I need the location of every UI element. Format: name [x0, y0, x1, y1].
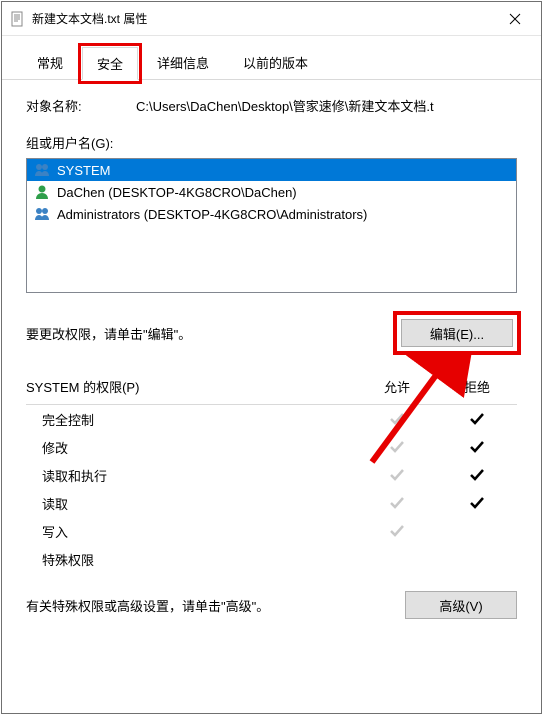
- titlebar: 新建文本文档.txt 属性: [2, 2, 541, 36]
- group-users-listbox[interactable]: SYSTEM DaChen (DESKTOP-4KG8CRO\DaChen) Adm…: [26, 158, 517, 293]
- close-button[interactable]: [492, 4, 537, 34]
- permission-allow-check: [357, 494, 437, 512]
- file-icon: [10, 11, 26, 27]
- advanced-row: 有关特殊权限或高级设置，请单击"高级"。 高级(V): [26, 591, 517, 619]
- object-name-label: 对象名称:: [26, 96, 136, 115]
- permission-allow-check: [357, 410, 437, 428]
- tab-details[interactable]: 详细信息: [142, 46, 224, 79]
- object-path: C:\Users\DaChen\Desktop\管家速修\新建文本文档.t: [136, 96, 517, 115]
- permission-allow-check: [357, 438, 437, 456]
- permission-row: 读取和执行: [26, 461, 517, 489]
- list-item[interactable]: Administrators (DESKTOP-4KG8CRO\Administ…: [27, 203, 516, 225]
- properties-window: 新建文本文档.txt 属性 常规 安全 详细信息 以前的版本 对象名称: C:\…: [1, 1, 542, 714]
- permission-row: 完全控制: [26, 405, 517, 433]
- group-users-label: 组或用户名(G):: [26, 133, 517, 152]
- permission-row: 读取: [26, 489, 517, 517]
- group-icon: [33, 205, 51, 223]
- tab-general[interactable]: 常规: [22, 46, 78, 79]
- edit-hint-text: 要更改权限，请单击"编辑"。: [26, 324, 397, 343]
- tab-strip: 常规 安全 详细信息 以前的版本: [2, 36, 541, 80]
- list-item[interactable]: SYSTEM: [27, 159, 516, 181]
- permission-name: 读取和执行: [42, 466, 357, 485]
- permission-deny-check: [437, 466, 517, 484]
- permission-row: 写入: [26, 517, 517, 545]
- edit-button-highlight: 编辑(E)...: [397, 315, 517, 351]
- permission-deny-check: [437, 494, 517, 512]
- permission-row: 修改: [26, 433, 517, 461]
- permissions-subject: SYSTEM 的权限(P): [26, 377, 357, 396]
- tab-security[interactable]: 安全: [82, 47, 138, 80]
- edit-hint-row: 要更改权限，请单击"编辑"。 编辑(E)...: [26, 315, 517, 351]
- window-title: 新建文本文档.txt 属性: [32, 10, 492, 27]
- list-item-label: DaChen (DESKTOP-4KG8CRO\DaChen): [57, 185, 297, 200]
- list-item[interactable]: DaChen (DESKTOP-4KG8CRO\DaChen): [27, 181, 516, 203]
- permission-deny-check: [437, 410, 517, 428]
- permission-name: 写入: [42, 522, 357, 541]
- permission-row: 特殊权限: [26, 545, 517, 573]
- tab-previous-versions[interactable]: 以前的版本: [228, 46, 323, 79]
- permission-name: 完全控制: [42, 410, 357, 429]
- edit-button[interactable]: 编辑(E)...: [401, 319, 513, 347]
- permission-name: 读取: [42, 494, 357, 513]
- permissions-allow-header: 允许: [357, 377, 437, 396]
- permission-allow-check: [357, 522, 437, 540]
- group-icon: [33, 161, 51, 179]
- advanced-button[interactable]: 高级(V): [405, 591, 517, 619]
- user-icon: [33, 183, 51, 201]
- list-item-label: Administrators (DESKTOP-4KG8CRO\Administ…: [57, 207, 367, 222]
- advanced-hint-text: 有关特殊权限或高级设置，请单击"高级"。: [26, 596, 405, 615]
- permission-name: 特殊权限: [42, 550, 357, 569]
- permissions-header: SYSTEM 的权限(P) 允许 拒绝: [26, 377, 517, 396]
- list-item-label: SYSTEM: [57, 163, 110, 178]
- tab-panel-security: 对象名称: C:\Users\DaChen\Desktop\管家速修\新建文本文…: [2, 80, 541, 629]
- permissions-table: 完全控制修改读取和执行读取写入特殊权限: [26, 404, 517, 573]
- permission-allow-check: [357, 466, 437, 484]
- permission-name: 修改: [42, 438, 357, 457]
- object-name-row: 对象名称: C:\Users\DaChen\Desktop\管家速修\新建文本文…: [26, 96, 517, 115]
- permissions-deny-header: 拒绝: [437, 377, 517, 396]
- permission-deny-check: [437, 438, 517, 456]
